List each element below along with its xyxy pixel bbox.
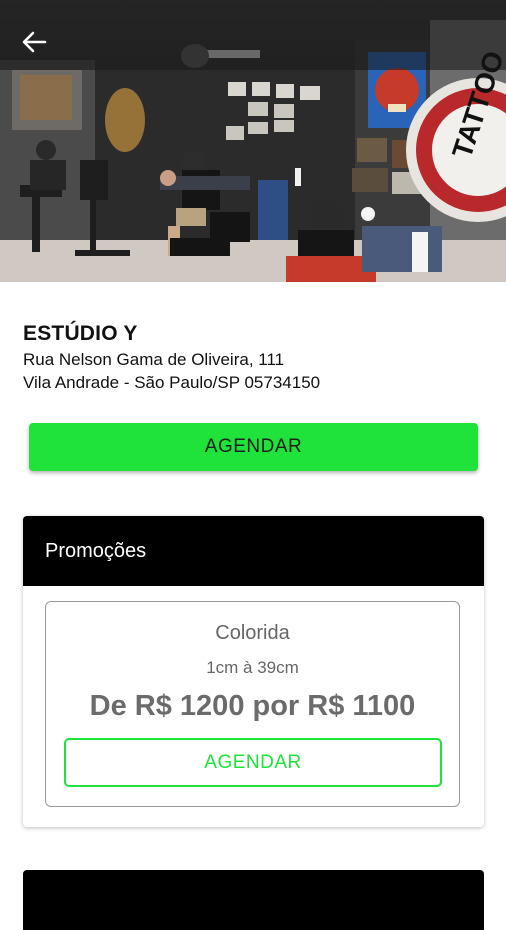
next-section-card [23,870,484,930]
studio-address-line1: Rua Nelson Gama de Oliveira, 111 [23,350,285,369]
promotion-size-range: 1cm à 39cm [206,658,299,677]
promotion-name: Colorida [215,622,290,644]
promotion-item: Colorida 1cm à 39cm De R$ 1200 por R$ 11… [45,601,460,807]
promotion-price: De R$ 1200 por R$ 1100 [89,690,416,722]
promotion-book-button[interactable]: AGENDAR [64,738,442,787]
studio-name: ESTÚDIO Y [23,322,138,345]
studio-address-line2: Vila Andrade - São Paulo/SP 05734150 [23,373,321,392]
studio-cover-photo: TATTOO [0,0,506,282]
promotions-title: Promoções [23,516,484,586]
back-button[interactable] [14,22,54,62]
promotions-card: Promoções Colorida 1cm à 39cm De R$ 1200… [23,516,484,827]
book-button[interactable]: AGENDAR [29,423,478,471]
hero-overlay [0,0,506,70]
arrow-left-icon [22,31,47,53]
